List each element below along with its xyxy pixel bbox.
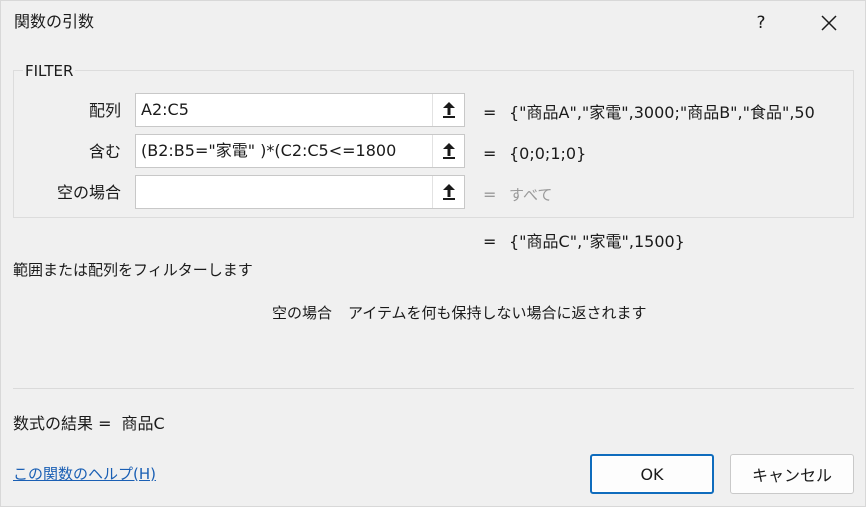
arg-result-array: {"商品A","家電",3000;"商品B","食品",50 bbox=[509, 103, 815, 122]
close-icon bbox=[821, 15, 837, 31]
arg-input-include-value: (B2:B5="家電" )*(C2:C5<=1800 bbox=[141, 141, 397, 160]
equals-sign: = bbox=[483, 144, 497, 163]
arg-input-array[interactable]: A2:C5 bbox=[135, 93, 465, 127]
parameter-help-text: アイテムを何も保持しない場合に返されます bbox=[348, 304, 647, 322]
parameter-help-name: 空の場合 bbox=[272, 304, 333, 322]
function-name: FILTER bbox=[23, 61, 76, 81]
arg-label-include: 含む bbox=[88, 142, 121, 161]
equals-sign: = bbox=[483, 103, 497, 122]
cancel-button[interactable]: キャンセル bbox=[730, 454, 854, 494]
function-result: {"商品C","家電",1500} bbox=[509, 232, 685, 251]
arg-input-if-empty[interactable] bbox=[135, 175, 465, 209]
title-bar[interactable]: 関数の引数 ? bbox=[1, 1, 865, 45]
equals-sign: = bbox=[483, 185, 497, 204]
arg-result-include: {0;0;1;0} bbox=[509, 144, 587, 163]
formula-result-label: 数式の結果 = bbox=[13, 414, 112, 433]
function-help-link[interactable]: この関数のヘルプ(H) bbox=[13, 464, 156, 484]
parameter-help: 空の場合 アイテムを何も保持しない場合に返されます bbox=[272, 303, 647, 323]
ok-button[interactable]: OK bbox=[590, 454, 714, 494]
help-button[interactable]: ? bbox=[741, 7, 781, 39]
equals-sign: = bbox=[483, 232, 497, 251]
function-arguments-dialog: 関数の引数 ? FILTER 配列 A2:C5 = {"商品A","家電",30… bbox=[0, 0, 866, 507]
collapse-arrow-icon bbox=[442, 143, 455, 159]
collapse-arrow-icon bbox=[442, 102, 455, 118]
formula-result: 数式の結果 = 商品C bbox=[13, 414, 165, 434]
arg-input-array-value: A2:C5 bbox=[141, 100, 189, 119]
arg-label-array: 配列 bbox=[88, 101, 121, 120]
collapse-dialog-button-array[interactable] bbox=[432, 94, 464, 126]
collapse-arrow-icon bbox=[442, 184, 455, 200]
arg-result-if-empty: すべて bbox=[509, 186, 553, 204]
close-button[interactable] bbox=[807, 7, 851, 39]
arg-input-include[interactable]: (B2:B5="家電" )*(C2:C5<=1800 bbox=[135, 134, 465, 168]
divider bbox=[13, 388, 854, 389]
collapse-dialog-button-include[interactable] bbox=[432, 135, 464, 167]
collapse-dialog-button-if-empty[interactable] bbox=[432, 176, 464, 208]
function-description: 範囲または配列をフィルターします bbox=[13, 261, 253, 279]
dialog-title: 関数の引数 bbox=[14, 12, 95, 31]
arg-label-if-empty: 空の場合 bbox=[56, 183, 121, 202]
formula-result-value: 商品C bbox=[121, 414, 165, 433]
